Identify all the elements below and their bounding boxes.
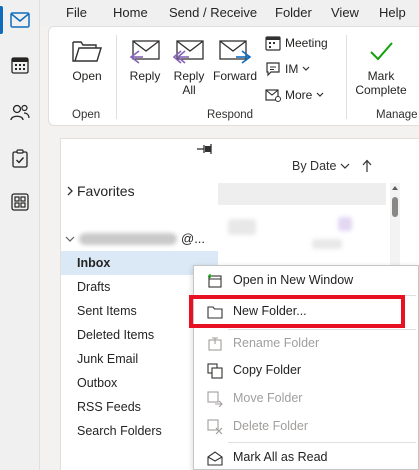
delete-folder-icon xyxy=(207,419,223,435)
tab-send-receive[interactable]: Send / Receive xyxy=(169,5,257,20)
tab-file[interactable]: File xyxy=(66,5,87,20)
menu-item-delete-folder[interactable]: Delete Folder xyxy=(194,415,419,439)
menu-item-rename-folder[interactable]: Rename Folder xyxy=(194,332,419,356)
group-separator xyxy=(346,35,347,119)
menu-separator xyxy=(228,442,416,443)
calendar-icon[interactable] xyxy=(0,47,40,83)
chevron-down-icon xyxy=(302,66,310,71)
open-label: Open xyxy=(72,69,102,83)
favorites-label: Favorites xyxy=(77,183,135,199)
im-button[interactable]: IM xyxy=(265,61,310,77)
message-preview-redacted xyxy=(228,219,256,235)
message-preview-redacted xyxy=(338,217,352,231)
im-label: IM xyxy=(285,62,299,76)
menu-item-mark-all-as-read[interactable]: Mark All as Read xyxy=(194,446,419,470)
forward-icon xyxy=(219,40,252,64)
sort-by-date-button[interactable]: By Date xyxy=(292,159,350,173)
open-group-label: Open xyxy=(72,109,101,121)
checkmark-icon xyxy=(370,42,393,61)
folder-open-icon xyxy=(72,41,102,62)
favorites-header[interactable]: Favorites xyxy=(65,183,135,199)
message-preview-redacted xyxy=(312,239,342,249)
meeting-icon xyxy=(265,36,281,51)
mark-complete-button[interactable]: Mark Complete xyxy=(353,37,409,97)
rename-folder-icon xyxy=(208,337,222,351)
menu-item-open-in-new-window[interactable]: Open in New Window xyxy=(194,269,419,293)
reply-all-icon xyxy=(173,40,204,64)
menu-item-label: Open in New Window xyxy=(233,273,354,287)
sort-label: By Date xyxy=(292,159,337,173)
move-folder-icon xyxy=(207,391,223,407)
scrollbar-thumb[interactable] xyxy=(392,197,398,217)
mail-icon[interactable] xyxy=(0,2,40,38)
reply-icon xyxy=(129,40,160,64)
tab-folder[interactable]: Folder xyxy=(275,5,312,20)
menu-separator xyxy=(228,329,416,330)
more-respond-icon xyxy=(265,89,281,102)
menu-item-label: Rename Folder xyxy=(233,336,320,350)
menu-item-label: Mark All as Read xyxy=(233,450,328,464)
pin-icon[interactable] xyxy=(196,143,214,155)
tasks-icon[interactable] xyxy=(0,140,40,176)
scroll-up-icon[interactable] xyxy=(391,185,399,191)
manage-group-label: Manage xyxy=(376,109,418,121)
reply-label: Reply xyxy=(129,69,161,83)
menu-item-copy-folder[interactable]: Copy Folder xyxy=(194,359,419,383)
chevron-down-icon xyxy=(316,92,324,97)
copy-folder-icon xyxy=(207,363,223,379)
new-folder-highlight-box xyxy=(189,295,405,328)
reply-all-label: Reply All xyxy=(173,69,205,97)
more-respond-button[interactable]: More xyxy=(265,87,324,103)
mark-complete-label: Mark Complete xyxy=(355,69,407,97)
account-header[interactable]: @... xyxy=(65,231,215,246)
menu-item-label: Delete Folder xyxy=(233,419,309,433)
menu-bar: File Home Send / Receive Folder View Hel… xyxy=(40,0,419,26)
apps-icon[interactable] xyxy=(0,184,40,220)
account-email-redacted xyxy=(79,232,177,245)
ribbon: Open Open Reply Reply All Forward Meetin… xyxy=(48,26,419,126)
reply-all-button[interactable]: Reply All xyxy=(169,37,209,97)
app-rail xyxy=(0,0,40,470)
meeting-label: Meeting xyxy=(285,36,328,50)
tab-view[interactable]: View xyxy=(331,5,359,20)
envelope-open-icon xyxy=(207,451,223,466)
menu-item-move-folder[interactable]: Move Folder xyxy=(194,387,419,411)
respond-group-label: Respond xyxy=(207,109,254,121)
group-separator xyxy=(116,35,117,119)
forward-label: Forward xyxy=(212,69,257,83)
open-button[interactable]: Open xyxy=(67,37,107,83)
chevron-down-icon xyxy=(65,236,75,242)
forward-button[interactable]: Forward xyxy=(212,37,258,83)
message-group-header xyxy=(218,183,386,205)
account-suffix: @... xyxy=(181,231,206,246)
im-icon xyxy=(266,62,280,77)
new-window-icon xyxy=(208,274,222,288)
menu-item-label: Move Folder xyxy=(233,391,303,405)
meeting-button[interactable]: Meeting xyxy=(265,35,328,51)
people-icon[interactable] xyxy=(0,94,40,130)
chevron-right-icon xyxy=(67,186,73,196)
more-respond-label: More xyxy=(285,88,313,102)
chevron-down-icon xyxy=(341,163,350,169)
menu-item-label: Copy Folder xyxy=(233,363,302,377)
sort-direction-icon[interactable] xyxy=(362,159,372,173)
tab-home[interactable]: Home xyxy=(113,5,148,20)
reply-button[interactable]: Reply xyxy=(125,37,165,83)
tab-help[interactable]: Help xyxy=(379,5,406,20)
